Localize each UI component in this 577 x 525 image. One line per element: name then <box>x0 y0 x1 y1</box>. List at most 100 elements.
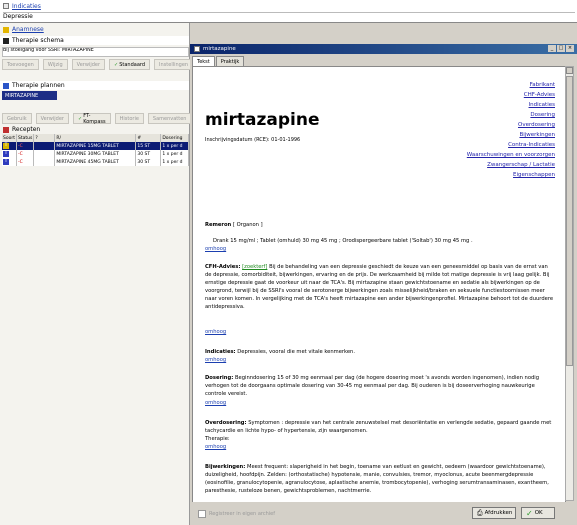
standaard-label: Standaard <box>119 61 146 68</box>
therapie-plannen-icon <box>3 82 9 89</box>
window-titlebar[interactable]: mirtazapine _ □ × <box>190 44 577 54</box>
tab-praktijk[interactable]: Praktijk <box>215 56 245 66</box>
remeron-forms: Drank 15 mg/ml ; Tablet (omhuld) 30 mg 4… <box>213 238 473 244</box>
drug-cell: MIRTAZAPINE 45MG TABLET <box>54 158 137 166</box>
toc-link[interactable]: Fabrikant <box>467 80 555 90</box>
omhoog-label: omhoog <box>205 246 227 252</box>
therapie-schema-header: Therapie schema <box>0 36 189 45</box>
samenvatten-button[interactable]: Samenvatten <box>147 113 192 124</box>
toc-link[interactable]: Eigenschappen <box>467 170 555 180</box>
col-q[interactable]: ? <box>33 134 56 142</box>
scroll-thumb[interactable] <box>566 76 573 366</box>
close-icon[interactable]: × <box>566 45 574 52</box>
bijwerkingen-heading: Bijwerkingen: <box>205 464 246 470</box>
window-icon <box>194 46 200 52</box>
col-r[interactable]: R/ <box>54 134 137 142</box>
table-row[interactable]: T -C MIRTAZAPINE 15MG TABLET 15 ST 1 x p… <box>2 142 189 150</box>
bijwerkingen-section: Bijwerkingen: Meest frequent: slaperighe… <box>205 463 555 495</box>
schema-button-row: Toevoegen Wijzig Verwijder ✓ Standaard In… <box>2 59 194 70</box>
recepten-header: Recepten <box>0 125 189 134</box>
checkbox-box <box>198 510 206 518</box>
table-row[interactable]: T -C MIRTAZAPINE 45MG TABLET 30 ST 1 x p… <box>2 158 189 166</box>
print-label: Afdrukken <box>484 510 513 516</box>
checkbox-label: Registreer in eigen archief <box>209 511 275 517</box>
indicatie-field[interactable]: Depressie <box>3 12 575 21</box>
col-qty[interactable]: # <box>135 134 162 142</box>
toc-link[interactable]: Waarschuwingen en voorzorgen <box>467 150 555 160</box>
table-row[interactable]: T -C MIRTAZAPINE 30MG TABLET 30 ST 1 x p… <box>2 150 189 158</box>
dose-cell: 1 x per d <box>160 142 189 150</box>
tab-tekst[interactable]: Tekst <box>192 56 215 66</box>
drug-cell: MIRTAZAPINE 15MG TABLET <box>54 142 137 150</box>
flag-cell <box>33 150 56 158</box>
ft-kompass-button[interactable]: ✓ FT-Kompass <box>72 113 111 125</box>
printer-icon: ⎙ <box>477 508 483 517</box>
registreer-checkbox[interactable]: Registreer in eigen archief <box>198 510 275 518</box>
toc-link[interactable]: Dosering <box>467 110 555 120</box>
indicaties-bar: Indicaties Depressie <box>0 0 577 23</box>
gebruik-button[interactable]: Gebruik <box>2 113 32 124</box>
remeron-section: Remeron [ Organon ] <box>205 221 555 229</box>
verwijder-plan-button[interactable]: Verwijder <box>35 113 69 124</box>
chf-link[interactable]: [zoekterf] <box>242 264 267 270</box>
omhoog-link[interactable]: omhoog <box>205 443 555 451</box>
omhoog-link[interactable]: omhoog <box>205 356 555 364</box>
drug-title: mirtazapine <box>205 110 320 130</box>
type-badge: T <box>3 159 9 165</box>
qty-cell: 15 ST <box>135 142 162 150</box>
remeron-heading: Remeron <box>205 222 232 228</box>
therapie-schema-icon <box>3 37 9 44</box>
registration-date: Inschrijvingsdatum (RCE): 01-01-1996 <box>205 137 301 143</box>
drug-cell: MIRTAZAPINE 30MG TABLET <box>54 150 137 158</box>
toc-link[interactable]: Indicaties <box>467 100 555 110</box>
ok-button[interactable]: ✓ OK <box>521 507 555 519</box>
status-cell: -C <box>16 142 35 150</box>
instellingen-button[interactable]: Instellingen <box>154 59 194 70</box>
toc-link[interactable]: Overdosering <box>467 120 555 130</box>
historie-button[interactable]: Historie <box>114 113 144 124</box>
status-cell: -C <box>16 158 35 166</box>
omhoog-link[interactable]: omhoog <box>205 245 555 253</box>
recepten-table: Soort Status ? R/ # Dosering T -C MIRTAZ… <box>2 134 189 166</box>
selected-plan[interactable]: MIRTAZAPINE <box>2 91 57 100</box>
print-button[interactable]: ⎙ Afdrukken <box>472 507 516 519</box>
maximize-icon[interactable]: □ <box>557 45 565 52</box>
col-soort[interactable]: Soort <box>2 134 18 142</box>
minimize-icon[interactable]: _ <box>548 45 556 52</box>
toc-link[interactable]: Contra-Indicaties <box>467 140 555 150</box>
vertical-scrollbar[interactable] <box>565 66 574 501</box>
wijzig-button[interactable]: Wijzig <box>42 59 68 70</box>
therapie-plannen-label: Therapie plannen <box>12 82 65 89</box>
overdosering-therapie: Therapie: <box>205 436 230 442</box>
standaard-button[interactable]: ✓ Standaard <box>109 59 151 70</box>
dose-cell: 1 x per d <box>160 158 189 166</box>
toc-link[interactable]: Zwangerschap / Lactatie <box>467 160 555 170</box>
ok-check-icon: ✓ <box>526 508 533 518</box>
type-badge: T <box>3 143 9 149</box>
omhoog-label: omhoog <box>205 329 227 335</box>
window-title: mirtazapine <box>203 46 236 52</box>
anamnese-icon <box>3 26 9 33</box>
indicaties-link[interactable]: Indicaties <box>12 3 41 10</box>
toc-link[interactable]: Bijwerkingen <box>467 130 555 140</box>
anamnese-label: Anamnese <box>12 26 44 33</box>
dosering-section: Dosering: Beginndosering 15 of 30 mg een… <box>205 374 555 398</box>
omhoog-link[interactable]: omhoog <box>205 399 555 407</box>
overdosering-heading: Overdosering: <box>205 420 247 426</box>
col-dosering[interactable]: Dosering <box>160 134 189 142</box>
omhoog-label: omhoog <box>205 400 227 406</box>
bijwerkingen-text: Meest frequent: slaperigheid in het begi… <box>205 464 549 494</box>
toc-link[interactable]: CHF-Advies <box>467 90 555 100</box>
therapie-schema-label: Therapie schema <box>12 37 64 44</box>
toevoegen-button[interactable]: Toevoegen <box>2 59 39 70</box>
chf-advies-section: CFH-Advies: [zoekterf] Bij de behandelin… <box>205 263 555 311</box>
omhoog-label: omhoog <box>205 357 227 363</box>
omhoog-link[interactable]: omhoog <box>205 328 555 336</box>
verwijder-button[interactable]: Verwijder <box>71 59 106 70</box>
col-status[interactable]: Status <box>16 134 35 142</box>
therapie-schema-desc[interactable]: Bij stoelgang voor SSRI: MIRTAZAPINE <box>2 47 189 57</box>
indicaties-section: Indicaties: Depressies, vooral die met v… <box>205 348 555 356</box>
scroll-up-icon[interactable] <box>566 67 573 74</box>
anamnese-row[interactable]: Anamnese <box>0 25 189 34</box>
status-cell: -C <box>16 150 35 158</box>
